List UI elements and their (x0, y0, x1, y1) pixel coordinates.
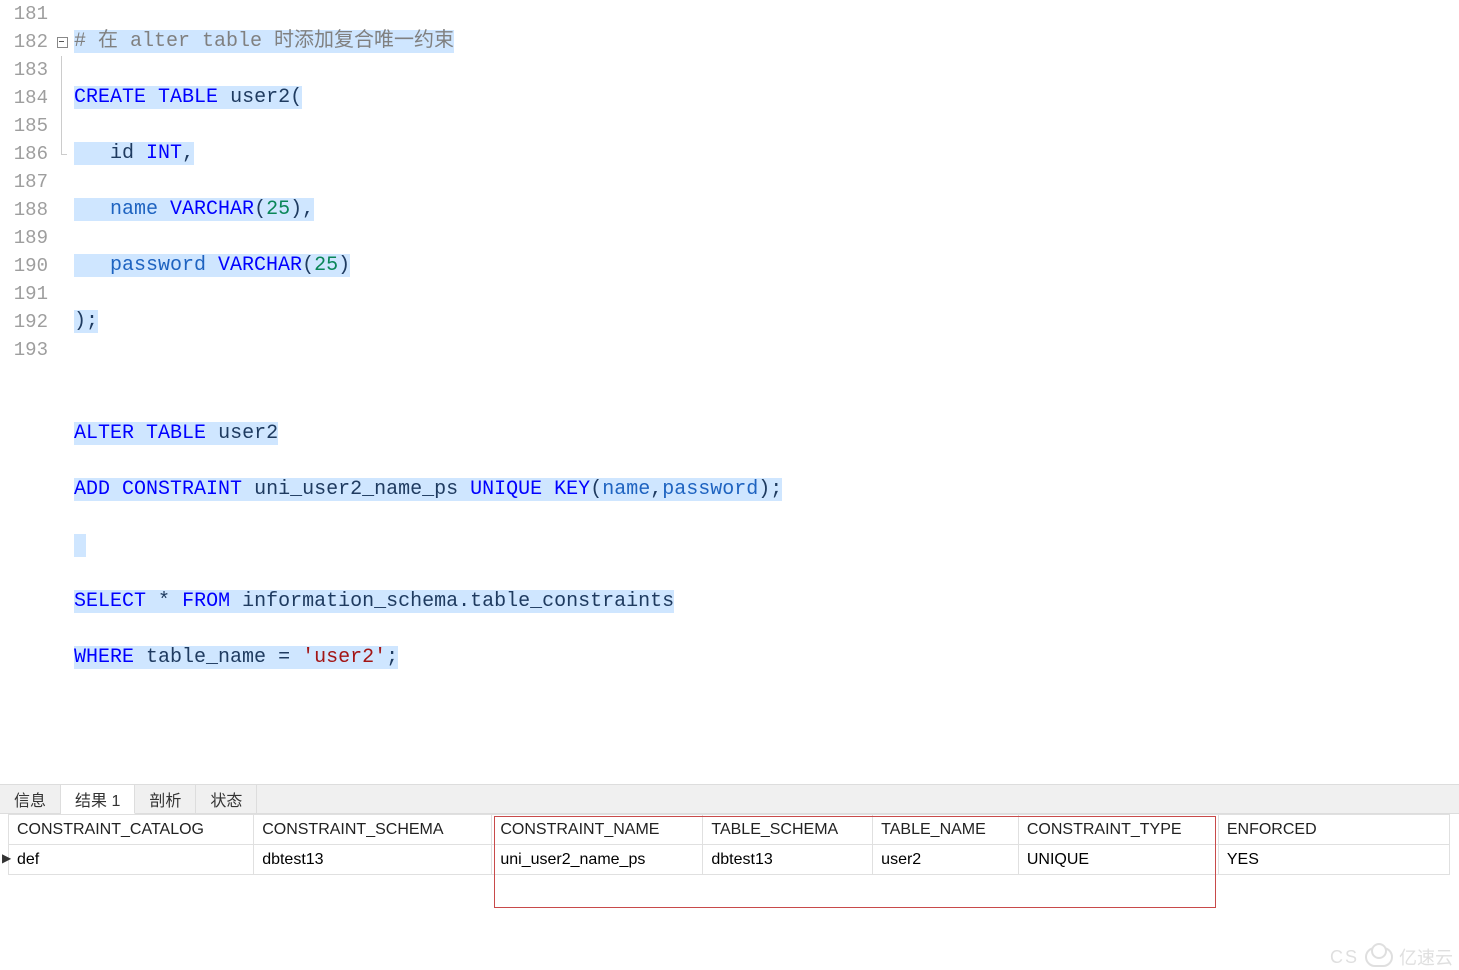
tab-profile[interactable]: 剖析 (135, 785, 196, 813)
code-line: CREATE TABLE user2( (74, 84, 1459, 112)
cell[interactable]: user2 (873, 845, 1019, 875)
current-row-indicator-icon: ▶ (2, 851, 11, 865)
col-constraint-type[interactable]: CONSTRAINT_TYPE (1018, 815, 1218, 845)
code-line (74, 700, 1459, 728)
fold-toggle-icon[interactable] (54, 28, 70, 56)
cloud-icon (1365, 947, 1393, 967)
line-number: 184 (4, 84, 48, 112)
table-header-row: CONSTRAINT_CATALOG CONSTRAINT_SCHEMA CON… (9, 815, 1450, 845)
line-number: 191 (4, 280, 48, 308)
cell[interactable]: uni_user2_name_ps (492, 845, 703, 875)
cell[interactable]: dbtest13 (703, 845, 873, 875)
line-number: 188 (4, 196, 48, 224)
code-line: ); (74, 308, 1459, 336)
cell[interactable]: YES (1218, 845, 1449, 875)
col-enforced[interactable]: ENFORCED (1218, 815, 1449, 845)
line-number: 193 (4, 336, 48, 364)
code-line (74, 532, 1459, 560)
fold-gutter (54, 0, 70, 784)
line-number: 187 (4, 168, 48, 196)
code-line: name VARCHAR(25), (74, 196, 1459, 224)
code-editor[interactable]: 181 182 183 184 185 186 187 188 189 190 … (0, 0, 1459, 784)
code-line (74, 364, 1459, 392)
result-table[interactable]: CONSTRAINT_CATALOG CONSTRAINT_SCHEMA CON… (8, 814, 1450, 875)
code-line: id INT, (74, 140, 1459, 168)
line-number: 186 (4, 140, 48, 168)
tab-status[interactable]: 状态 (196, 785, 257, 813)
line-number: 183 (4, 56, 48, 84)
code-line: password VARCHAR(25) (74, 252, 1459, 280)
watermark: CS 亿速云 (1330, 944, 1453, 970)
tab-result-1[interactable]: 结果 1 (61, 785, 135, 814)
result-tabs: 信息 结果 1 剖析 状态 (0, 784, 1459, 814)
line-number-gutter: 181 182 183 184 185 186 187 188 189 190 … (0, 0, 54, 784)
line-number: 182 (4, 28, 48, 56)
code-line: SELECT * FROM information_schema.table_c… (74, 588, 1459, 616)
line-number: 185 (4, 112, 48, 140)
cell[interactable]: def (9, 845, 254, 875)
code-area[interactable]: # 在 alter table 时添加复合唯一约束 CREATE TABLE u… (70, 0, 1459, 784)
table-row[interactable]: def dbtest13 uni_user2_name_ps dbtest13 … (9, 845, 1450, 875)
cell[interactable]: dbtest13 (254, 845, 492, 875)
line-number: 189 (4, 224, 48, 252)
col-constraint-catalog[interactable]: CONSTRAINT_CATALOG (9, 815, 254, 845)
cell[interactable]: UNIQUE (1018, 845, 1218, 875)
line-number: 181 (4, 0, 48, 28)
line-number: 190 (4, 252, 48, 280)
code-line: ALTER TABLE user2 (74, 420, 1459, 448)
col-table-name[interactable]: TABLE_NAME (873, 815, 1019, 845)
code-line: # 在 alter table 时添加复合唯一约束 (74, 28, 1459, 56)
col-constraint-name[interactable]: CONSTRAINT_NAME (492, 815, 703, 845)
code-line: ADD CONSTRAINT uni_user2_name_ps UNIQUE … (74, 476, 1459, 504)
tab-info[interactable]: 信息 (0, 785, 61, 813)
code-line: WHERE table_name = 'user2'; (74, 644, 1459, 672)
col-table-schema[interactable]: TABLE_SCHEMA (703, 815, 873, 845)
col-constraint-schema[interactable]: CONSTRAINT_SCHEMA (254, 815, 492, 845)
line-number: 192 (4, 308, 48, 336)
result-grid[interactable]: ▶ CONSTRAINT_CATALOG CONSTRAINT_SCHEMA C… (0, 814, 1459, 934)
